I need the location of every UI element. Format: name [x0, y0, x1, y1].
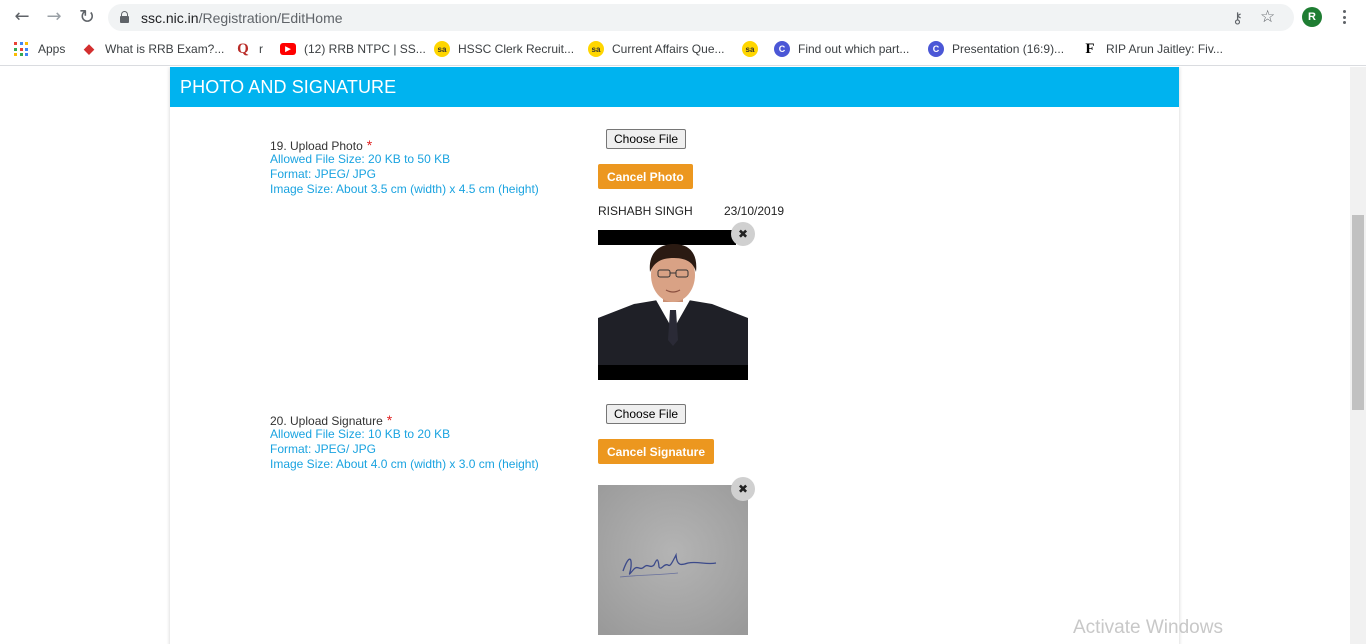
kebab-menu-icon[interactable]	[1336, 8, 1352, 26]
choose-photo-button[interactable]: Choose File	[606, 129, 687, 149]
bookmark-label: Apps	[38, 42, 66, 56]
photo-format-hint: Format: JPEG/ JPG	[270, 167, 377, 181]
bookmark-apps[interactable]: Apps	[14, 34, 65, 64]
photo-size-hint: Allowed File Size: 20 KB to 50 KB	[270, 152, 451, 166]
required-mark: *	[386, 412, 393, 428]
sa-icon: sa	[588, 41, 604, 57]
bookmark-arun-jaitley[interactable]: F RIP Arun Jaitley: Fiv...	[1082, 34, 1223, 64]
photo-dimension-hint: Image Size: About 3.5 cm (width) x 4.5 c…	[270, 182, 539, 196]
url-text[interactable]: ssc.nic.in/Registration/EditHome	[141, 10, 343, 26]
signature-size-hint: Allowed File Size: 10 KB to 20 KB	[270, 427, 451, 441]
photo-signature-panel: PHOTO AND SIGNATURE 19. Upload Photo * Al…	[170, 67, 1179, 644]
bookmark-hssc[interactable]: sa HSSC Clerk Recruit...	[434, 34, 574, 64]
signature-image	[598, 485, 748, 635]
bookmark-sa[interactable]: sa	[742, 34, 766, 64]
bookmark-label: Presentation (16:9)...	[952, 42, 1065, 56]
bookmark-rrb[interactable]: ◆ What is RRB Exam?...	[81, 34, 224, 64]
bookmark-presentation[interactable]: C Presentation (16:9)...	[928, 34, 1064, 64]
upload-signature-label: 20. Upload Signature *	[270, 412, 392, 428]
canva-icon: C	[774, 41, 790, 57]
choose-signature-button[interactable]: Choose File	[606, 404, 687, 424]
avatar[interactable]: R	[1302, 7, 1322, 27]
url-path: /Registration/EditHome	[198, 10, 343, 26]
photo-date: 23/10/2019	[724, 204, 785, 218]
forward-arrow-icon[interactable]: →	[43, 6, 65, 28]
star-icon[interactable]: ☆	[1260, 7, 1275, 27]
remove-photo-icon[interactable]: ✖	[731, 222, 755, 246]
bookmark-label: Find out which part...	[798, 42, 910, 56]
cancel-photo-button[interactable]: Cancel Photo	[598, 164, 693, 189]
bookmark-label: What is RRB Exam?...	[105, 42, 225, 56]
windows-activation-watermark: Activate Windows	[1073, 617, 1223, 638]
bookmark-label: Current Affairs Que...	[612, 42, 725, 56]
address-bar[interactable]: ssc.nic.in/Registration/EditHome ⚷ ☆	[108, 4, 1294, 31]
bookmark-label: r	[259, 42, 263, 56]
bookmark-label: (12) RRB NTPC | SS...	[304, 42, 426, 56]
apps-grid-icon	[14, 42, 28, 56]
uploaded-signature	[598, 485, 748, 635]
quora-icon: Q	[237, 40, 249, 57]
bookmark-label: RIP Arun Jaitley: Fiv...	[1106, 42, 1223, 56]
section-title: PHOTO AND SIGNATURE	[180, 77, 397, 97]
remove-signature-icon[interactable]: ✖	[731, 477, 755, 501]
signature-format-hint: Format: JPEG/ JPG	[270, 442, 377, 456]
back-arrow-icon[interactable]: ←	[11, 6, 33, 28]
photo-name: RISHABH SINGH	[598, 204, 693, 218]
browser-toolbar: ← → ↻ ssc.nic.in/Registration/EditHome ⚷…	[0, 0, 1366, 34]
photo-image	[598, 230, 748, 380]
lock-icon[interactable]	[120, 11, 129, 23]
youtube-icon: ▶	[280, 43, 296, 55]
upload-photo-label-text: 19. Upload Photo	[270, 139, 363, 153]
bookmarks-bar: Apps ◆ What is RRB Exam?... Q r ▶ (12) R…	[0, 34, 1366, 66]
cancel-signature-button[interactable]: Cancel Signature	[598, 439, 715, 464]
canva-icon: C	[928, 41, 944, 57]
signature-dimension-hint: Image Size: About 4.0 cm (width) x 3.0 c…	[270, 457, 539, 471]
upload-signature-label-text: 20. Upload Signature	[270, 414, 383, 428]
scrollbar-thumb[interactable]	[1352, 215, 1364, 410]
required-mark: *	[366, 137, 373, 153]
bookmark-find-out[interactable]: C Find out which part...	[774, 34, 909, 64]
rrb-icon: ◆	[84, 41, 94, 56]
bookmark-youtube[interactable]: ▶ (12) RRB NTPC | SS...	[280, 34, 426, 64]
reload-icon[interactable]: ↻	[76, 6, 98, 28]
uploaded-photo	[598, 230, 748, 380]
page-content: PHOTO AND SIGNATURE 19. Upload Photo * Al…	[0, 67, 1350, 644]
f-icon: F	[1085, 40, 1095, 57]
upload-photo-label: 19. Upload Photo *	[270, 137, 372, 153]
bookmark-quora[interactable]: Q r	[235, 34, 263, 64]
sa-icon: sa	[742, 41, 758, 57]
url-host: ssc.nic.in	[141, 10, 199, 26]
sa-icon: sa	[434, 41, 450, 57]
key-icon[interactable]: ⚷	[1232, 9, 1243, 27]
bookmark-label: HSSC Clerk Recruit...	[458, 42, 575, 56]
section-header: PHOTO AND SIGNATURE	[170, 67, 1179, 107]
bookmark-current-affairs[interactable]: sa Current Affairs Que...	[588, 34, 725, 64]
